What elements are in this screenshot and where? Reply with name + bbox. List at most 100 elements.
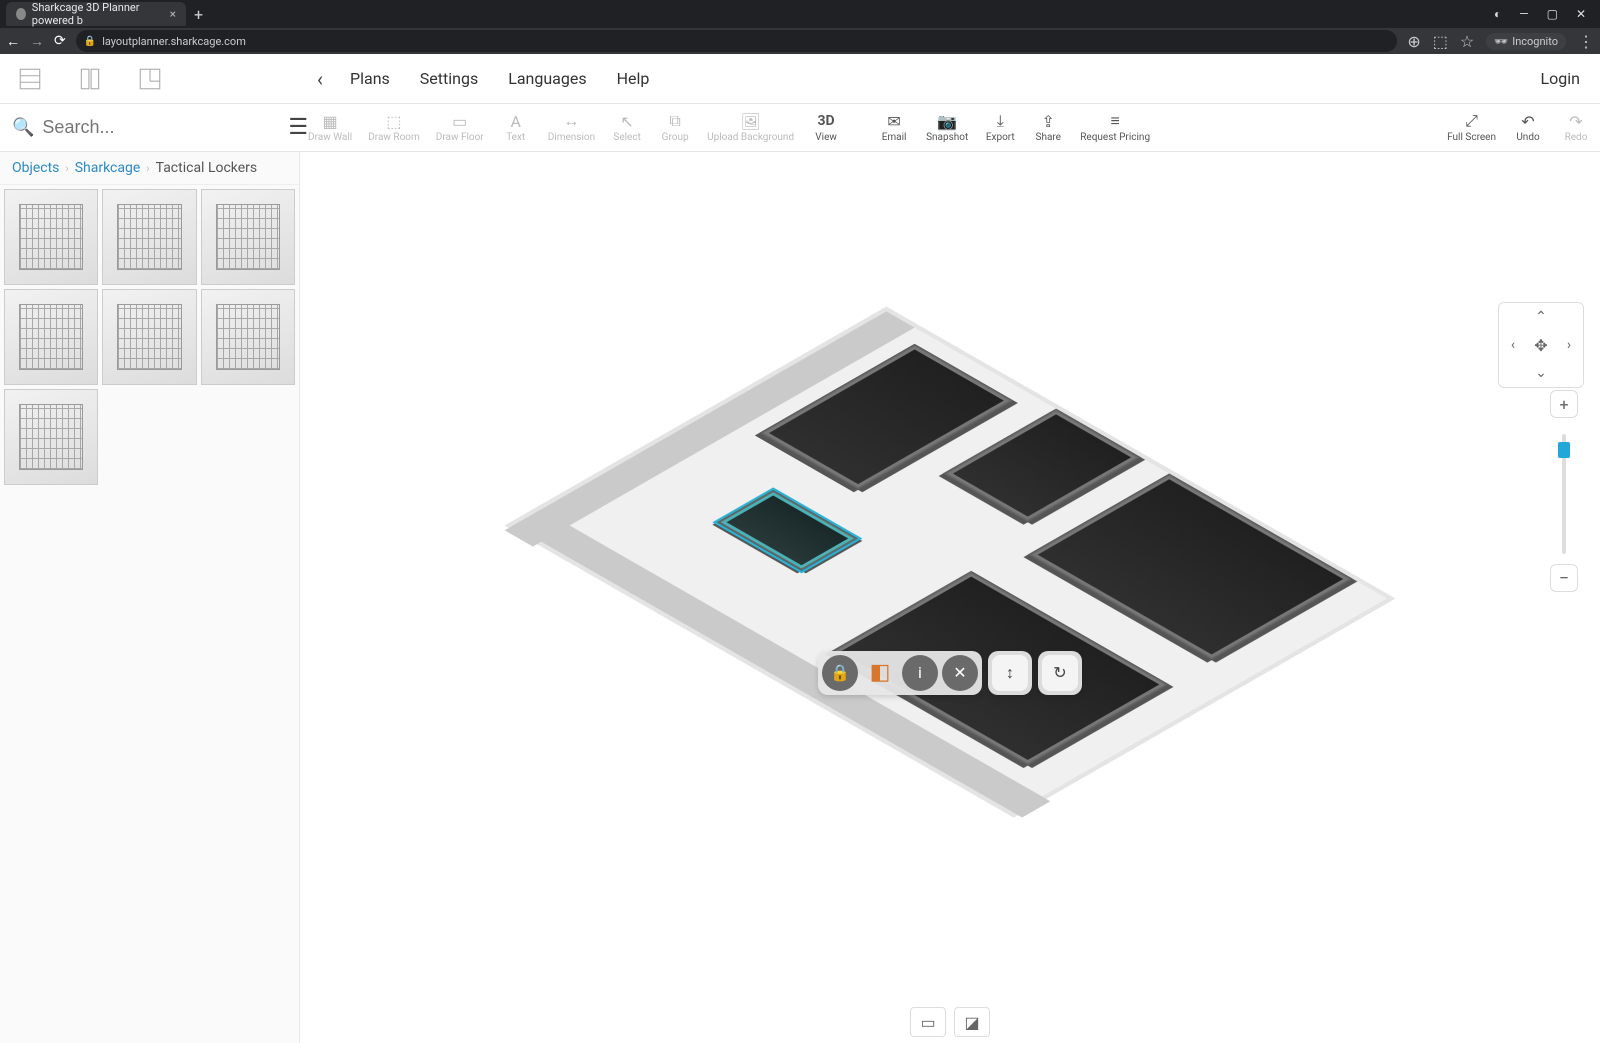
thumb-image <box>19 304 84 370</box>
catalog-thumb[interactable] <box>4 389 98 485</box>
menu-languages[interactable]: Languages <box>508 69 586 88</box>
close-window-icon[interactable]: ✕ <box>1576 7 1586 21</box>
menu-settings[interactable]: Settings <box>420 69 478 88</box>
tool-label: Draw Room <box>368 132 420 143</box>
pan-right-button[interactable]: › <box>1555 331 1583 359</box>
tool-view[interactable]: 3D View <box>802 112 850 143</box>
material-button[interactable]: ◧ <box>862 655 898 691</box>
incognito-badge[interactable]: 🕶 Incognito <box>1486 33 1566 50</box>
search-input[interactable] <box>42 117 274 138</box>
tool-label: Text <box>506 132 525 143</box>
locker-selected[interactable] <box>717 490 858 571</box>
thumb-image <box>216 204 281 270</box>
maximize-icon[interactable]: ▢ <box>1547 7 1558 21</box>
tool-snapshot[interactable]: 📷Snapshot <box>918 112 976 143</box>
mode-catalog-icon[interactable] <box>16 65 44 93</box>
view-3d-icon: 3D <box>818 112 835 130</box>
chevron-right-icon: › <box>65 162 68 175</box>
pan-left-button[interactable]: ‹ <box>1499 331 1527 359</box>
catalog-thumb[interactable] <box>4 289 98 385</box>
app-header: ‹ Plans Settings Languages Help Login <box>0 54 1600 104</box>
tool-dimension: ↔Dimension <box>540 112 603 143</box>
mode-elevation-icon[interactable] <box>76 65 104 93</box>
tool-icon: ⤓ <box>997 112 1004 130</box>
catalog-thumb[interactable] <box>201 289 295 385</box>
toolbar: 🔍 ☰ ▦Draw Wall⬚Draw Room▭Draw FloorAText… <box>0 104 1600 152</box>
search-icon: 🔍 <box>12 117 34 138</box>
browser-chrome: Sharkcage 3D Planner powered b × + ◐ — ▢… <box>0 0 1600 54</box>
menu-help[interactable]: Help <box>617 69 650 88</box>
browser-tab[interactable]: Sharkcage 3D Planner powered b × <box>6 2 186 26</box>
tool-full-screen[interactable]: ⤢Full Screen <box>1439 112 1504 143</box>
tool-view-label: View <box>815 132 837 143</box>
tab-title: Sharkcage 3D Planner powered b <box>32 1 164 27</box>
lock-button[interactable]: 🔒 <box>822 655 858 691</box>
catalog-thumb[interactable] <box>4 189 98 285</box>
tool-icon: ⇪ <box>1042 112 1055 130</box>
mode-floorplan-icon[interactable] <box>136 65 164 93</box>
tool-label: Group <box>662 132 689 143</box>
reload-button[interactable]: ⟳ <box>54 33 66 49</box>
catalog-thumb[interactable] <box>201 189 295 285</box>
view-mode-3d-button[interactable]: ◪ <box>954 1007 990 1037</box>
pan-center-button[interactable]: ✥ <box>1527 331 1555 359</box>
pan-down-button[interactable]: ⌄ <box>1527 359 1555 387</box>
tool-request-pricing[interactable]: ≡Request Pricing <box>1072 112 1158 143</box>
menu-plans[interactable]: Plans <box>350 69 390 88</box>
crumb-sharkcage[interactable]: Sharkcage <box>75 160 141 176</box>
zoom-icon[interactable]: ⊕ <box>1407 32 1420 51</box>
catalog-sidebar: Objects › Sharkcage › Tactical Lockers <box>0 152 300 1043</box>
catalog-thumb[interactable] <box>102 289 196 385</box>
tool-label: Snapshot <box>926 132 968 143</box>
back-button[interactable]: ← <box>6 33 20 50</box>
tool-share[interactable]: ⇪Share <box>1024 112 1072 143</box>
tool-icon: ↷ <box>1569 112 1582 130</box>
tool-redo: ↷ Redo <box>1552 112 1600 143</box>
tool-undo[interactable]: ↶Undo <box>1504 112 1552 143</box>
tool-label: Export <box>986 132 1015 143</box>
new-tab-button[interactable]: + <box>194 5 203 24</box>
locker-stack[interactable] <box>943 409 1141 523</box>
minimize-icon[interactable]: — <box>1519 7 1528 21</box>
login-button[interactable]: Login <box>1541 69 1600 88</box>
tool-draw-floor: ▭Draw Floor <box>428 112 492 143</box>
breadcrumb: Objects › Sharkcage › Tactical Lockers <box>0 152 300 185</box>
tool-export[interactable]: ⤓ Export <box>976 112 1024 143</box>
incognito-icon: 🕶 <box>1494 35 1508 48</box>
crumb-objects[interactable]: Objects <box>12 160 59 176</box>
view-mode-2d-button[interactable]: ▭ <box>910 1007 946 1037</box>
delete-button[interactable]: ✕ <box>942 655 978 691</box>
tool-email[interactable]: ✉Email <box>870 112 918 143</box>
height-button[interactable]: ↕ <box>992 655 1028 691</box>
toolbar-tools: ▦Draw Wall⬚Draw Room▭Draw FloorAText↔Dim… <box>300 112 802 143</box>
tool-icon: ⤢ <box>1465 112 1478 130</box>
browser-menu-icon[interactable]: ⋮ <box>1578 32 1594 51</box>
tool-group: ⧉ Group <box>651 112 699 143</box>
incognito-label: Incognito <box>1512 35 1558 48</box>
bookmark-icon[interactable]: ☆ <box>1460 32 1474 51</box>
zoom-in-button[interactable]: + <box>1550 390 1578 418</box>
zoom-slider-thumb[interactable] <box>1558 442 1570 458</box>
tool-icon: ⧉ <box>669 112 680 130</box>
pan-up-button[interactable]: ⌃ <box>1527 303 1555 331</box>
profile-icon[interactable]: ◐ <box>1494 7 1501 21</box>
tool-icon: ↶ <box>1521 112 1534 130</box>
extension-icon[interactable]: ⬚ <box>1433 32 1448 51</box>
tool-draw-wall: ▦Draw Wall <box>300 112 360 143</box>
workspace: Objects › Sharkcage › Tactical Lockers 🔒 <box>0 152 1600 1043</box>
address-bar[interactable]: 🔒 layoutplanner.sharkcage.com <box>76 30 1398 52</box>
catalog-thumb[interactable] <box>102 189 196 285</box>
canvas-3d-viewport[interactable]: 🔒 ◧ i ✕ ↕ ↻ ⌃ ‹ ✥ › ⌄ + − ▭ ◪ <box>300 152 1600 1043</box>
close-tab-icon[interactable]: × <box>170 7 176 21</box>
tool-label: Request Pricing <box>1080 132 1150 143</box>
rotate-button[interactable]: ↻ <box>1042 655 1078 691</box>
info-button[interactable]: i <box>902 655 938 691</box>
tool-label: Email <box>882 132 907 143</box>
tool-draw-room: ⬚Draw Room <box>360 112 428 143</box>
tool-label: Redo <box>1565 132 1588 143</box>
zoom-out-button[interactable]: − <box>1550 564 1578 592</box>
locker-stack[interactable] <box>1028 473 1353 660</box>
collapse-sidebar-button[interactable]: ‹ <box>300 67 340 91</box>
view-orbit-pad: ⌃ ‹ ✥ › ⌄ <box>1498 302 1584 388</box>
tool-icon: ↖ <box>620 112 633 130</box>
